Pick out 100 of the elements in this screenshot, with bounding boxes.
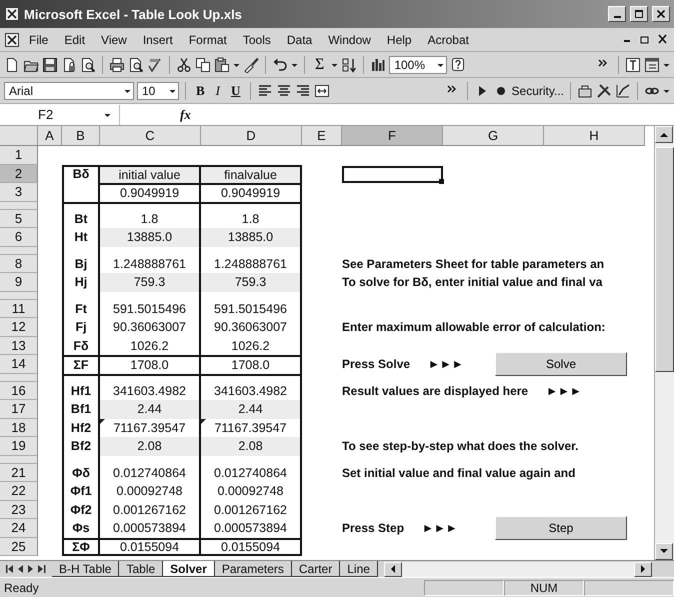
align-right-icon[interactable]: [295, 82, 312, 98]
active-cell[interactable]: [342, 166, 443, 183]
scroll-right-button[interactable]: [634, 562, 652, 576]
row-header[interactable]: 1: [0, 146, 38, 164]
sheet-tab[interactable]: Solver: [163, 561, 215, 577]
row-header[interactable]: 17: [0, 400, 38, 418]
menu-item[interactable]: Help: [380, 30, 419, 48]
pages-icon[interactable]: [195, 56, 211, 72]
select-all-button[interactable]: [0, 126, 38, 146]
font-dropdown[interactable]: Arial: [4, 82, 134, 100]
font-size-dropdown[interactable]: 10: [137, 82, 179, 100]
row-label: Φs: [62, 519, 100, 538]
table-cell: 2.44: [201, 400, 302, 418]
menu-item[interactable]: File: [22, 30, 56, 48]
scroll-left-button[interactable]: [384, 562, 402, 576]
merge-cells-icon[interactable]: [314, 82, 330, 98]
row-header[interactable]: 11: [0, 300, 38, 318]
maximize-button[interactable]: [630, 6, 648, 22]
autosum-button[interactable]: Σ: [311, 56, 328, 74]
row-header[interactable]: 23: [0, 500, 38, 519]
scroll-down-button[interactable]: [655, 543, 673, 560]
column-header[interactable]: A: [38, 126, 62, 146]
page-magnifier-icon[interactable]: [80, 56, 96, 72]
row-header[interactable]: 14: [0, 355, 38, 374]
sheet-tab[interactable]: B-H Table: [52, 561, 120, 577]
last-sheet-icon[interactable]: [38, 565, 46, 573]
table-cell: 2.08: [201, 437, 302, 456]
macro-button[interactable]: Step: [495, 516, 627, 540]
scissors-icon[interactable]: [176, 56, 192, 72]
underline-button[interactable]: U: [227, 82, 244, 98]
row-header[interactable]: 25: [0, 538, 38, 556]
row-header[interactable]: 2: [0, 164, 38, 183]
clipboard-icon[interactable]: [214, 56, 230, 72]
spreadsheet-icon[interactable]: [4, 32, 20, 48]
scrollbar-thumb[interactable]: [655, 147, 674, 372]
row-header[interactable]: 19: [0, 437, 38, 456]
sheet-tab[interactable]: Parameters: [214, 561, 292, 577]
row-header[interactable]: 9: [0, 273, 38, 292]
paintbrush-icon[interactable]: [243, 56, 259, 72]
row-header[interactable]: 18: [0, 418, 38, 437]
help-icon[interactable]: [450, 56, 466, 72]
table-cell: 0.00092748: [201, 482, 302, 500]
table-cell: 13885.0: [201, 228, 302, 246]
row-header[interactable]: 5: [0, 210, 38, 228]
previous-sheet-icon[interactable]: [18, 565, 24, 573]
menu-item[interactable]: Format: [182, 30, 234, 48]
toolbox-icon[interactable]: [577, 82, 593, 98]
italic-button[interactable]: I: [212, 82, 224, 98]
scroll-up-button[interactable]: [655, 126, 673, 143]
close-button[interactable]: [652, 6, 670, 22]
abc-check-icon[interactable]: [147, 56, 163, 72]
column-header[interactable]: D: [201, 126, 302, 146]
menu-item[interactable]: Edit: [57, 30, 92, 48]
insert-function-button[interactable]: fx: [180, 106, 191, 122]
page-lock-icon[interactable]: [61, 56, 77, 72]
column-header[interactable]: C: [100, 126, 201, 146]
row-header[interactable]: 8: [0, 254, 38, 273]
macro-button[interactable]: Solve: [495, 352, 627, 376]
menu-item[interactable]: Window: [321, 30, 378, 48]
column-header[interactable]: G: [443, 126, 544, 146]
column-header[interactable]: E: [302, 126, 342, 146]
sort-ascending-icon[interactable]: [341, 56, 358, 72]
name-box[interactable]: F2: [0, 104, 120, 124]
page-magnifier-icon[interactable]: [128, 56, 144, 72]
sheet-tab[interactable]: Carter: [292, 561, 340, 577]
next-sheet-icon[interactable]: [28, 565, 34, 573]
menu-item[interactable]: Insert: [136, 30, 180, 48]
menu-item[interactable]: View: [94, 30, 134, 48]
window-grid-icon[interactable]: [644, 56, 660, 72]
menu-item[interactable]: Data: [280, 30, 320, 48]
align-center-icon[interactable]: [276, 82, 292, 98]
row-header[interactable]: 22: [0, 482, 38, 500]
column-header[interactable]: F: [342, 126, 443, 146]
row-header[interactable]: 12: [0, 318, 38, 336]
triangle-up-icon: [660, 132, 668, 137]
table-cell: 2.44: [100, 400, 201, 418]
row-label: Fj: [62, 318, 100, 336]
bold-button[interactable]: B: [192, 82, 209, 98]
align-left-icon[interactable]: [257, 82, 274, 98]
row-header[interactable]: 21: [0, 464, 38, 482]
column-header[interactable]: B: [62, 126, 100, 146]
printer-icon[interactable]: [109, 56, 125, 72]
row-header[interactable]: 24: [0, 519, 38, 538]
row-header[interactable]: 13: [0, 336, 38, 355]
row-header[interactable]: 3: [0, 183, 38, 202]
menu-item[interactable]: Tools: [236, 30, 278, 48]
row-header[interactable]: 6: [0, 228, 38, 246]
undo-icon[interactable]: [272, 56, 288, 72]
column-header[interactable]: H: [544, 126, 645, 146]
page-icon[interactable]: [4, 56, 20, 72]
first-sheet-icon[interactable]: [6, 565, 14, 573]
sheet-tab[interactable]: Line: [340, 561, 378, 577]
pen-chart-icon[interactable]: [615, 82, 631, 98]
row-header[interactable]: 16: [0, 382, 38, 400]
bar-chart-icon[interactable]: [370, 56, 386, 72]
zoom-dropdown[interactable]: 100%: [389, 56, 448, 74]
sheet-tab[interactable]: Table: [119, 561, 164, 577]
minimize-button[interactable]: [608, 6, 626, 22]
security-button[interactable]: Security...: [512, 84, 564, 98]
menu-item[interactable]: Acrobat: [420, 30, 476, 48]
